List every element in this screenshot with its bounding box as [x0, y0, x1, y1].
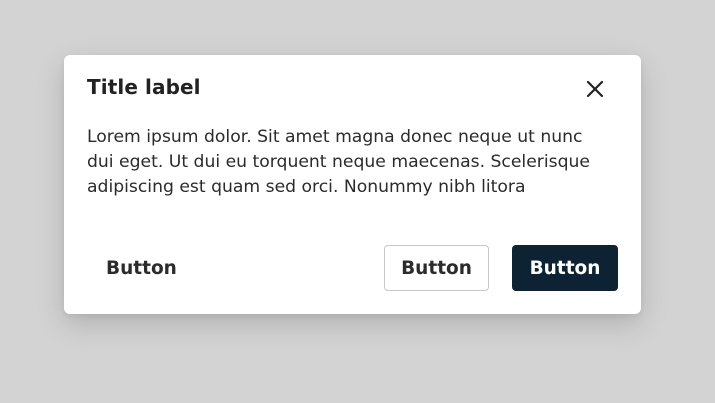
dialog-body-text: Lorem ipsum dolor. Sit amet magna donec …: [87, 127, 590, 197]
secondary-button[interactable]: Button: [384, 245, 489, 291]
text-button[interactable]: Button: [87, 245, 193, 291]
close-button[interactable]: [583, 77, 607, 101]
dialog: Title label Lorem ipsum dolor. Sit amet …: [64, 55, 641, 314]
dialog-title: Title label: [87, 75, 201, 99]
modal-backdrop[interactable]: Title label Lorem ipsum dolor. Sit amet …: [0, 0, 715, 403]
close-icon: [586, 80, 604, 98]
primary-button[interactable]: Button: [512, 245, 618, 291]
